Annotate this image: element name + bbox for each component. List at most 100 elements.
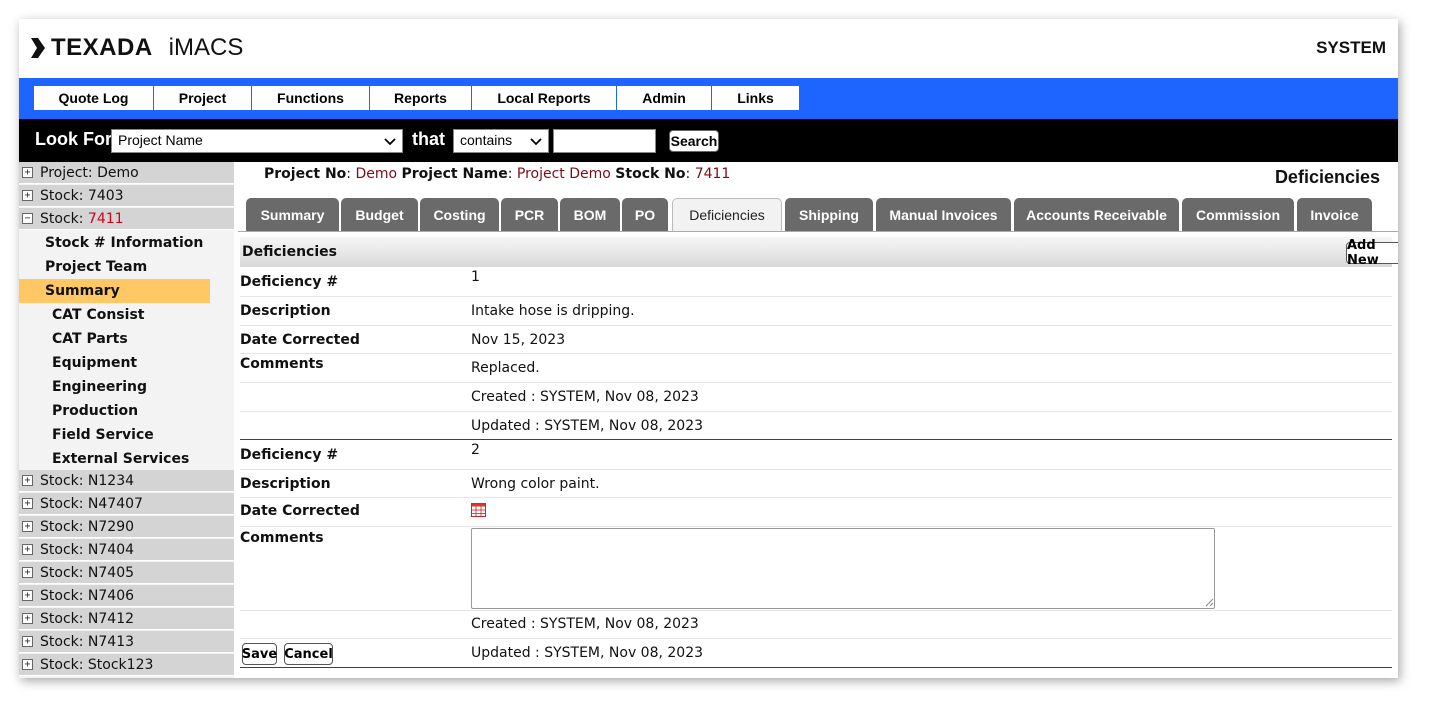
stock-no-label: Stock No: [615, 166, 686, 182]
current-user: SYSTEM: [1316, 38, 1386, 57]
panel-header: Deficiencies: [240, 237, 1392, 267]
tab-bom[interactable]: BOM: [560, 198, 620, 231]
search-field-select[interactable]: Project Name: [111, 129, 403, 153]
sidebar-item-stock-information[interactable]: Stock # Information: [45, 231, 203, 255]
sidebar-node-stock-n7290[interactable]: + Stock: N7290: [19, 516, 234, 538]
tab-divider: [238, 231, 1398, 232]
sidebar-item-field-service[interactable]: Field Service: [52, 423, 154, 447]
sidebar-node-label: Stock: N7413: [40, 633, 135, 650]
sidebar-item-cat-parts[interactable]: CAT Parts: [52, 327, 128, 351]
expand-icon[interactable]: +: [22, 590, 33, 601]
brand-name: TEXADA: [51, 34, 153, 61]
deficiency1-updated: Updated : SYSTEM, Nov 08, 2023: [471, 418, 704, 434]
search-operator-select[interactable]: contains: [453, 129, 549, 153]
deficiency1-number: 1: [471, 269, 480, 285]
nav-local-reports[interactable]: Local Reports: [472, 86, 617, 110]
tab-po[interactable]: PO: [622, 198, 668, 231]
tab-shipping[interactable]: Shipping: [785, 198, 873, 231]
logo-chevron-icon: [31, 38, 45, 58]
deficiency2-description: Wrong color paint.: [471, 476, 600, 492]
sidebar-node-prefix: Stock:: [40, 210, 88, 227]
deficiency1-description: Intake hose is dripping.: [471, 303, 635, 319]
chevron-down-icon: [530, 138, 542, 146]
sidebar-node-project-demo[interactable]: + Project: Demo: [19, 162, 234, 184]
deficiency-no-label: Deficiency #: [240, 274, 339, 290]
search-field-value: Project Name: [118, 132, 203, 148]
sidebar-node-stock-n47407[interactable]: + Stock: N47407: [19, 493, 234, 515]
sidebar-node-stock-7411[interactable]: − Stock: 7411: [19, 208, 234, 230]
search-button[interactable]: Search: [669, 130, 719, 152]
chevron-down-icon: [384, 138, 396, 146]
date-corrected-label: Date Corrected: [240, 332, 360, 348]
sidebar-item-production[interactable]: Production: [52, 399, 138, 423]
deficiency1-created-row: Created : SYSTEM, Nov 08, 2023: [240, 383, 1392, 412]
main-nav: Quote Log Project Functions Reports Loca…: [19, 78, 1398, 119]
comments-textarea[interactable]: [471, 528, 1215, 609]
nav-reports[interactable]: Reports: [370, 86, 472, 110]
sidebar-node-stock-n7413[interactable]: + Stock: N7413: [19, 631, 234, 653]
sidebar-node-stock-n7412[interactable]: + Stock: N7412: [19, 608, 234, 630]
sidebar-item-equipment[interactable]: Equipment: [52, 351, 137, 375]
expand-icon[interactable]: +: [22, 521, 33, 532]
expand-icon[interactable]: +: [22, 636, 33, 647]
tab-costing[interactable]: Costing: [420, 198, 499, 231]
search-input[interactable]: [553, 129, 656, 153]
expand-icon[interactable]: +: [22, 544, 33, 555]
sidebar-node-highlight: 7411: [87, 210, 124, 227]
save-button[interactable]: Save: [242, 643, 277, 665]
sidebar-node-label: Stock: N7406: [40, 587, 135, 604]
project-info: Project No: Demo Project Name: Project D…: [264, 166, 731, 182]
sidebar-item-summary[interactable]: Summary: [19, 279, 210, 303]
calendar-icon[interactable]: [471, 503, 486, 517]
comments-label: Comments: [240, 530, 324, 546]
deficiency1-comments: Replaced.: [471, 360, 540, 376]
sidebar-node-stock-7403[interactable]: + Stock: 7403: [19, 185, 234, 207]
deficiency1-updated-row: Updated : SYSTEM, Nov 08, 2023: [240, 412, 1392, 440]
tab-commission[interactable]: Commission: [1182, 198, 1294, 231]
resize-handle-icon[interactable]: [1205, 598, 1214, 607]
tab-summary[interactable]: Summary: [246, 198, 339, 231]
cancel-button[interactable]: Cancel: [284, 643, 333, 665]
panel-title: Deficiencies: [242, 244, 337, 260]
tab-invoice[interactable]: Invoice: [1297, 198, 1372, 231]
tab-pcr[interactable]: PCR: [501, 198, 558, 231]
sidebar-node-stock-stock123[interactable]: + Stock: Stock123: [19, 654, 234, 676]
deficiency2-date-row: Date Corrected: [240, 498, 1392, 527]
nav-quote-log[interactable]: Quote Log: [34, 86, 154, 110]
tab-budget[interactable]: Budget: [341, 198, 418, 231]
nav-admin[interactable]: Admin: [617, 86, 712, 110]
expand-icon[interactable]: +: [22, 613, 33, 624]
sidebar-node-stock-n7404[interactable]: + Stock: N7404: [19, 539, 234, 561]
nav-project[interactable]: Project: [154, 86, 252, 110]
nav-functions[interactable]: Functions: [252, 86, 370, 110]
add-new-button[interactable]: Add New: [1346, 238, 1398, 268]
deficiency2-created-row: Created : SYSTEM, Nov 08, 2023: [240, 611, 1392, 639]
sidebar-node-stock-n7406[interactable]: + Stock: N7406: [19, 585, 234, 607]
expand-icon[interactable]: +: [22, 659, 33, 670]
app-window: TEXADA iMACS SYSTEM Quote Log Project Fu…: [19, 19, 1398, 678]
tab-manual-invoices[interactable]: Manual Invoices: [876, 198, 1011, 231]
collapse-icon[interactable]: −: [22, 213, 33, 224]
page-title: Deficiencies: [1274, 167, 1380, 187]
sidebar-node-label: Stock: N1234: [40, 472, 135, 489]
tab-deficiencies[interactable]: Deficiencies: [672, 198, 782, 231]
sidebar-item-cat-consist[interactable]: CAT Consist: [52, 303, 144, 327]
expand-icon[interactable]: +: [22, 567, 33, 578]
expand-icon[interactable]: +: [22, 190, 33, 201]
expand-icon[interactable]: +: [22, 167, 33, 178]
sidebar-item-external-services[interactable]: External Services: [52, 447, 189, 471]
sidebar-item-project-team[interactable]: Project Team: [45, 255, 147, 279]
nav-links[interactable]: Links: [712, 86, 800, 110]
deficiency2-number-row: Deficiency # 2: [240, 440, 1392, 470]
deficiency1-date-corrected: Nov 15, 2023: [471, 332, 566, 348]
expand-icon[interactable]: +: [22, 498, 33, 509]
expand-icon[interactable]: +: [22, 475, 33, 486]
sidebar-node-label: Stock: N47407: [40, 495, 143, 512]
sidebar-item-engineering[interactable]: Engineering: [52, 375, 147, 399]
tab-accounts-receivable[interactable]: Accounts Receivable: [1014, 198, 1179, 231]
sidebar-node-stock-n1234[interactable]: + Stock: N1234: [19, 470, 234, 492]
sidebar-node-stock-n7405[interactable]: + Stock: N7405: [19, 562, 234, 584]
app-name: iMACS: [168, 34, 244, 61]
deficiency2-description-row: Description Wrong color paint.: [240, 470, 1392, 498]
header: TEXADA iMACS SYSTEM: [19, 19, 1398, 78]
